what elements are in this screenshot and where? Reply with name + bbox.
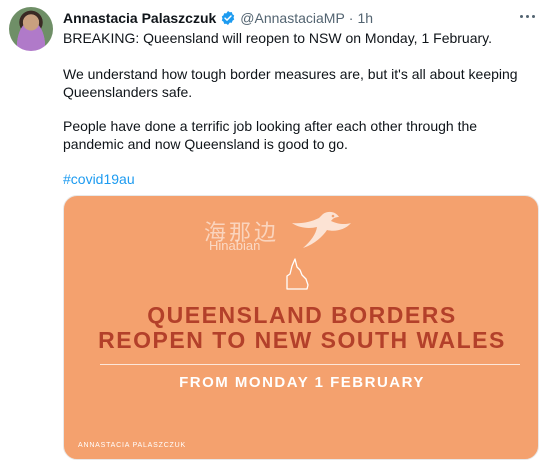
tweet-paragraph-3: People have done a terrific job looking … <box>63 118 478 152</box>
separator-dot: · <box>348 10 354 26</box>
image-divider <box>100 364 520 365</box>
tweet-line-1: BREAKING: Queensland will reopen to NSW … <box>63 30 493 46</box>
tweet-image[interactable]: 海那边 Hinabian QUEENSLAND BORDERS REOPEN T… <box>63 195 539 460</box>
verified-badge-icon <box>220 10 236 26</box>
watermark-english: Hinabian <box>209 238 261 253</box>
avatar[interactable] <box>9 7 53 51</box>
tweet: Annastacia Palaszczuk @AnnastaciaMP · 1h… <box>0 0 554 464</box>
image-headline-line-2: REOPEN TO NEW SOUTH WALES <box>98 327 506 353</box>
hashtag-link[interactable]: #covid19au <box>63 170 135 188</box>
image-subheadline: FROM MONDAY 1 FEBRUARY <box>179 374 425 391</box>
tweet-paragraph-2: We understand how tough border measures … <box>63 66 518 100</box>
image-headline-line-1: QUEENSLAND BORDERS <box>147 302 457 328</box>
image-credit: ANNASTACIA PALASZCZUK <box>78 442 186 449</box>
timestamp[interactable]: 1h <box>357 9 373 27</box>
author-name[interactable]: Annastacia Palaszczuk <box>63 9 216 27</box>
author-handle[interactable]: @AnnastaciaMP <box>240 9 344 27</box>
more-options-icon[interactable] <box>516 7 538 25</box>
queensland-map-icon <box>286 258 309 290</box>
tweet-header: Annastacia Palaszczuk @AnnastaciaMP · 1h <box>63 9 373 27</box>
watermark-bird-icon <box>292 211 351 248</box>
